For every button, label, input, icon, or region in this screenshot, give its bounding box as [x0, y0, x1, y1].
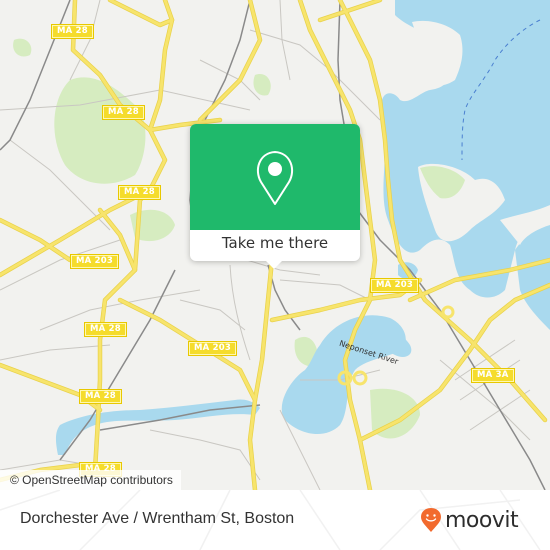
route-shield-ma-28: MA 28 — [79, 389, 122, 404]
route-shield-ma-203: MA 203 — [70, 254, 119, 269]
stop-title: Dorchester Ave / Wrentham St, Boston — [20, 510, 295, 527]
attribution-text: © OpenStreetMap contributors — [10, 473, 173, 487]
moovit-logo[interactable]: moovit — [420, 507, 519, 533]
route-shield-ma-28: MA 28 — [84, 322, 127, 337]
route-shield-ma-28: MA 28 — [51, 24, 94, 39]
route-shield-ma-203: MA 203 — [370, 278, 419, 293]
stop-popup: Take me there — [190, 124, 360, 269]
route-shield-ma-28: MA 28 — [102, 105, 145, 120]
map[interactable]: MA 28 MA 28 MA 28 MA 203 MA 28 MA 203 MA… — [0, 0, 550, 490]
moovit-pin-icon — [421, 508, 441, 532]
footer: Dorchester Ave / Wrentham St, Boston moo… — [0, 490, 550, 550]
map-pin-icon — [256, 151, 294, 205]
route-shield-ma-3a: MA 3A — [471, 368, 515, 383]
route-shield-ma-203: MA 203 — [188, 341, 237, 356]
brand-name: moovit — [445, 507, 519, 533]
take-me-there-button[interactable]: Take me there — [190, 230, 360, 261]
popup-header — [190, 124, 360, 230]
map-attribution[interactable]: © OpenStreetMap contributors — [0, 470, 181, 490]
route-shield-ma-28: MA 28 — [118, 185, 161, 200]
popup-pointer — [266, 261, 282, 269]
